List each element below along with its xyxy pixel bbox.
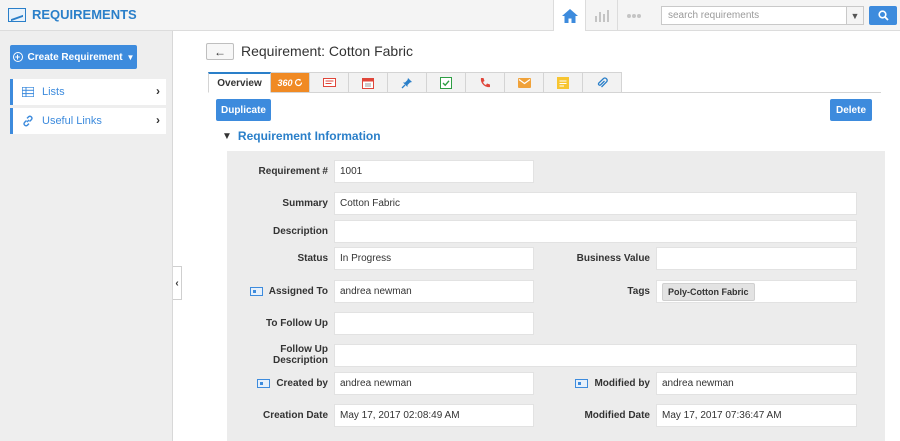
app-title: REQUIREMENTS (32, 7, 137, 22)
more-button[interactable] (617, 0, 649, 31)
back-button[interactable]: ← (206, 43, 234, 60)
more-dots-icon (626, 13, 641, 18)
sidebar-item-lists[interactable]: Lists › (10, 79, 166, 105)
refresh-icon (294, 78, 302, 87)
follow-up-description-label: Follow Up Description (272, 344, 328, 366)
list-icon (22, 87, 34, 97)
delete-button[interactable]: Delete (830, 99, 872, 121)
requirements-logo-icon (8, 7, 26, 22)
tab-notes[interactable] (544, 72, 583, 93)
caret-down-icon: ▼ (126, 52, 135, 62)
to-follow-up-field[interactable] (334, 312, 534, 335)
business-value-label: Business Value (576, 252, 650, 264)
contact-card-icon (257, 378, 271, 388)
link-icon (22, 115, 34, 127)
follow-up-description-field[interactable] (334, 344, 857, 367)
record-tabs: Overview 360 (208, 72, 622, 93)
summary-label: Summary (282, 197, 328, 209)
status-field[interactable]: In Progress (334, 247, 534, 270)
sidebar-item-label: Lists (42, 86, 65, 98)
search-button[interactable] (869, 6, 897, 25)
calendar-icon (362, 77, 374, 89)
tag-chip[interactable]: Poly-Cotton Fabric (662, 282, 755, 301)
tab-calls[interactable] (466, 72, 505, 93)
chevron-right-icon: › (156, 113, 160, 127)
tab-cards[interactable] (310, 72, 349, 93)
section-header[interactable]: ▼ Requirement Information (222, 129, 381, 143)
sidebar-item-label: Useful Links (42, 115, 102, 127)
modified-by-label-text: Modified by (594, 377, 650, 389)
duplicate-button[interactable]: Duplicate (216, 99, 271, 121)
requirement-number-label: Requirement # (258, 165, 328, 177)
sidebar: + Create Requirement ▼ Lists › Useful Li… (0, 31, 173, 441)
tab-divider (271, 92, 881, 93)
contact-card-icon (575, 378, 589, 388)
create-requirement-button[interactable]: + Create Requirement ▼ (10, 45, 137, 69)
tab-email[interactable] (505, 72, 544, 93)
home-icon (561, 8, 578, 23)
tags-label: Tags (627, 285, 650, 297)
tab-pin[interactable] (388, 72, 427, 93)
modified-by-label: Modified by (547, 372, 650, 394)
creation-date-field[interactable]: May 17, 2017 02:08:49 AM (334, 404, 534, 427)
tab-overview[interactable]: Overview (208, 72, 271, 93)
email-icon (517, 77, 531, 88)
created-by-label: Created by (227, 372, 328, 394)
brand[interactable]: REQUIREMENTS (8, 7, 137, 22)
tags-field[interactable]: Poly-Cotton Fabric (656, 280, 857, 303)
tab-attachments[interactable] (583, 72, 622, 93)
requirement-info-form: Requirement # 1001 Summary Cotton Fabric… (227, 151, 885, 441)
top-icon-group (553, 0, 649, 31)
search-input[interactable] (662, 7, 846, 24)
tab-tasks[interactable] (427, 72, 466, 93)
reports-button[interactable] (585, 0, 617, 31)
pin-icon (401, 77, 412, 88)
sidebar-item-useful-links[interactable]: Useful Links › (10, 108, 166, 134)
top-bar: REQUIREMENTS ▼ (0, 0, 900, 31)
search-icon (877, 10, 889, 21)
modified-date-field[interactable]: May 17, 2017 07:36:47 AM (656, 404, 857, 427)
tab-360-label: 360 (277, 77, 293, 88)
to-follow-up-label: To Follow Up (265, 317, 328, 329)
business-value-field[interactable] (656, 247, 857, 270)
plus-circle-icon: + (12, 52, 23, 62)
creation-date-label: Creation Date (262, 409, 328, 421)
bar-chart-icon (594, 9, 609, 22)
note-icon (557, 76, 569, 89)
task-check-icon (440, 76, 452, 89)
assigned-to-label-text: Assigned To (268, 285, 328, 297)
phone-icon (480, 77, 490, 87)
home-button[interactable] (553, 0, 585, 31)
sidebar-collapse-button[interactable]: ‹ (173, 266, 182, 300)
summary-field[interactable]: Cotton Fabric (334, 192, 857, 215)
description-field[interactable] (334, 220, 857, 243)
description-label: Description (272, 225, 328, 237)
search-box: ▼ (661, 6, 864, 25)
tab-calendar[interactable] (349, 72, 388, 93)
paperclip-icon (597, 76, 608, 87)
created-by-field[interactable]: andrea newman (334, 372, 534, 395)
create-requirement-label: Create Requirement (27, 51, 123, 63)
page-title: Requirement: Cotton Fabric (241, 43, 413, 59)
section-title: Requirement Information (237, 129, 381, 143)
modified-by-field[interactable]: andrea newman (656, 372, 857, 395)
chevron-down-icon: ▼ (222, 130, 232, 142)
back-arrow-icon: ← (214, 44, 226, 59)
chevron-right-icon: › (156, 84, 160, 98)
card-icon (322, 78, 336, 87)
search-dropdown-button[interactable]: ▼ (846, 7, 863, 24)
status-label: Status (297, 252, 328, 264)
created-by-label-text: Created by (276, 377, 328, 389)
chevron-left-icon: ‹ (175, 277, 179, 289)
assigned-to-field[interactable]: andrea newman (334, 280, 534, 303)
assigned-to-label: Assigned To (227, 280, 328, 302)
chevron-down-icon: ▼ (850, 10, 860, 21)
tab-360[interactable]: 360 (271, 72, 310, 93)
modified-date-label: Modified Date (584, 409, 650, 421)
contact-card-icon (249, 286, 263, 296)
requirement-number-field[interactable]: 1001 (334, 160, 534, 183)
